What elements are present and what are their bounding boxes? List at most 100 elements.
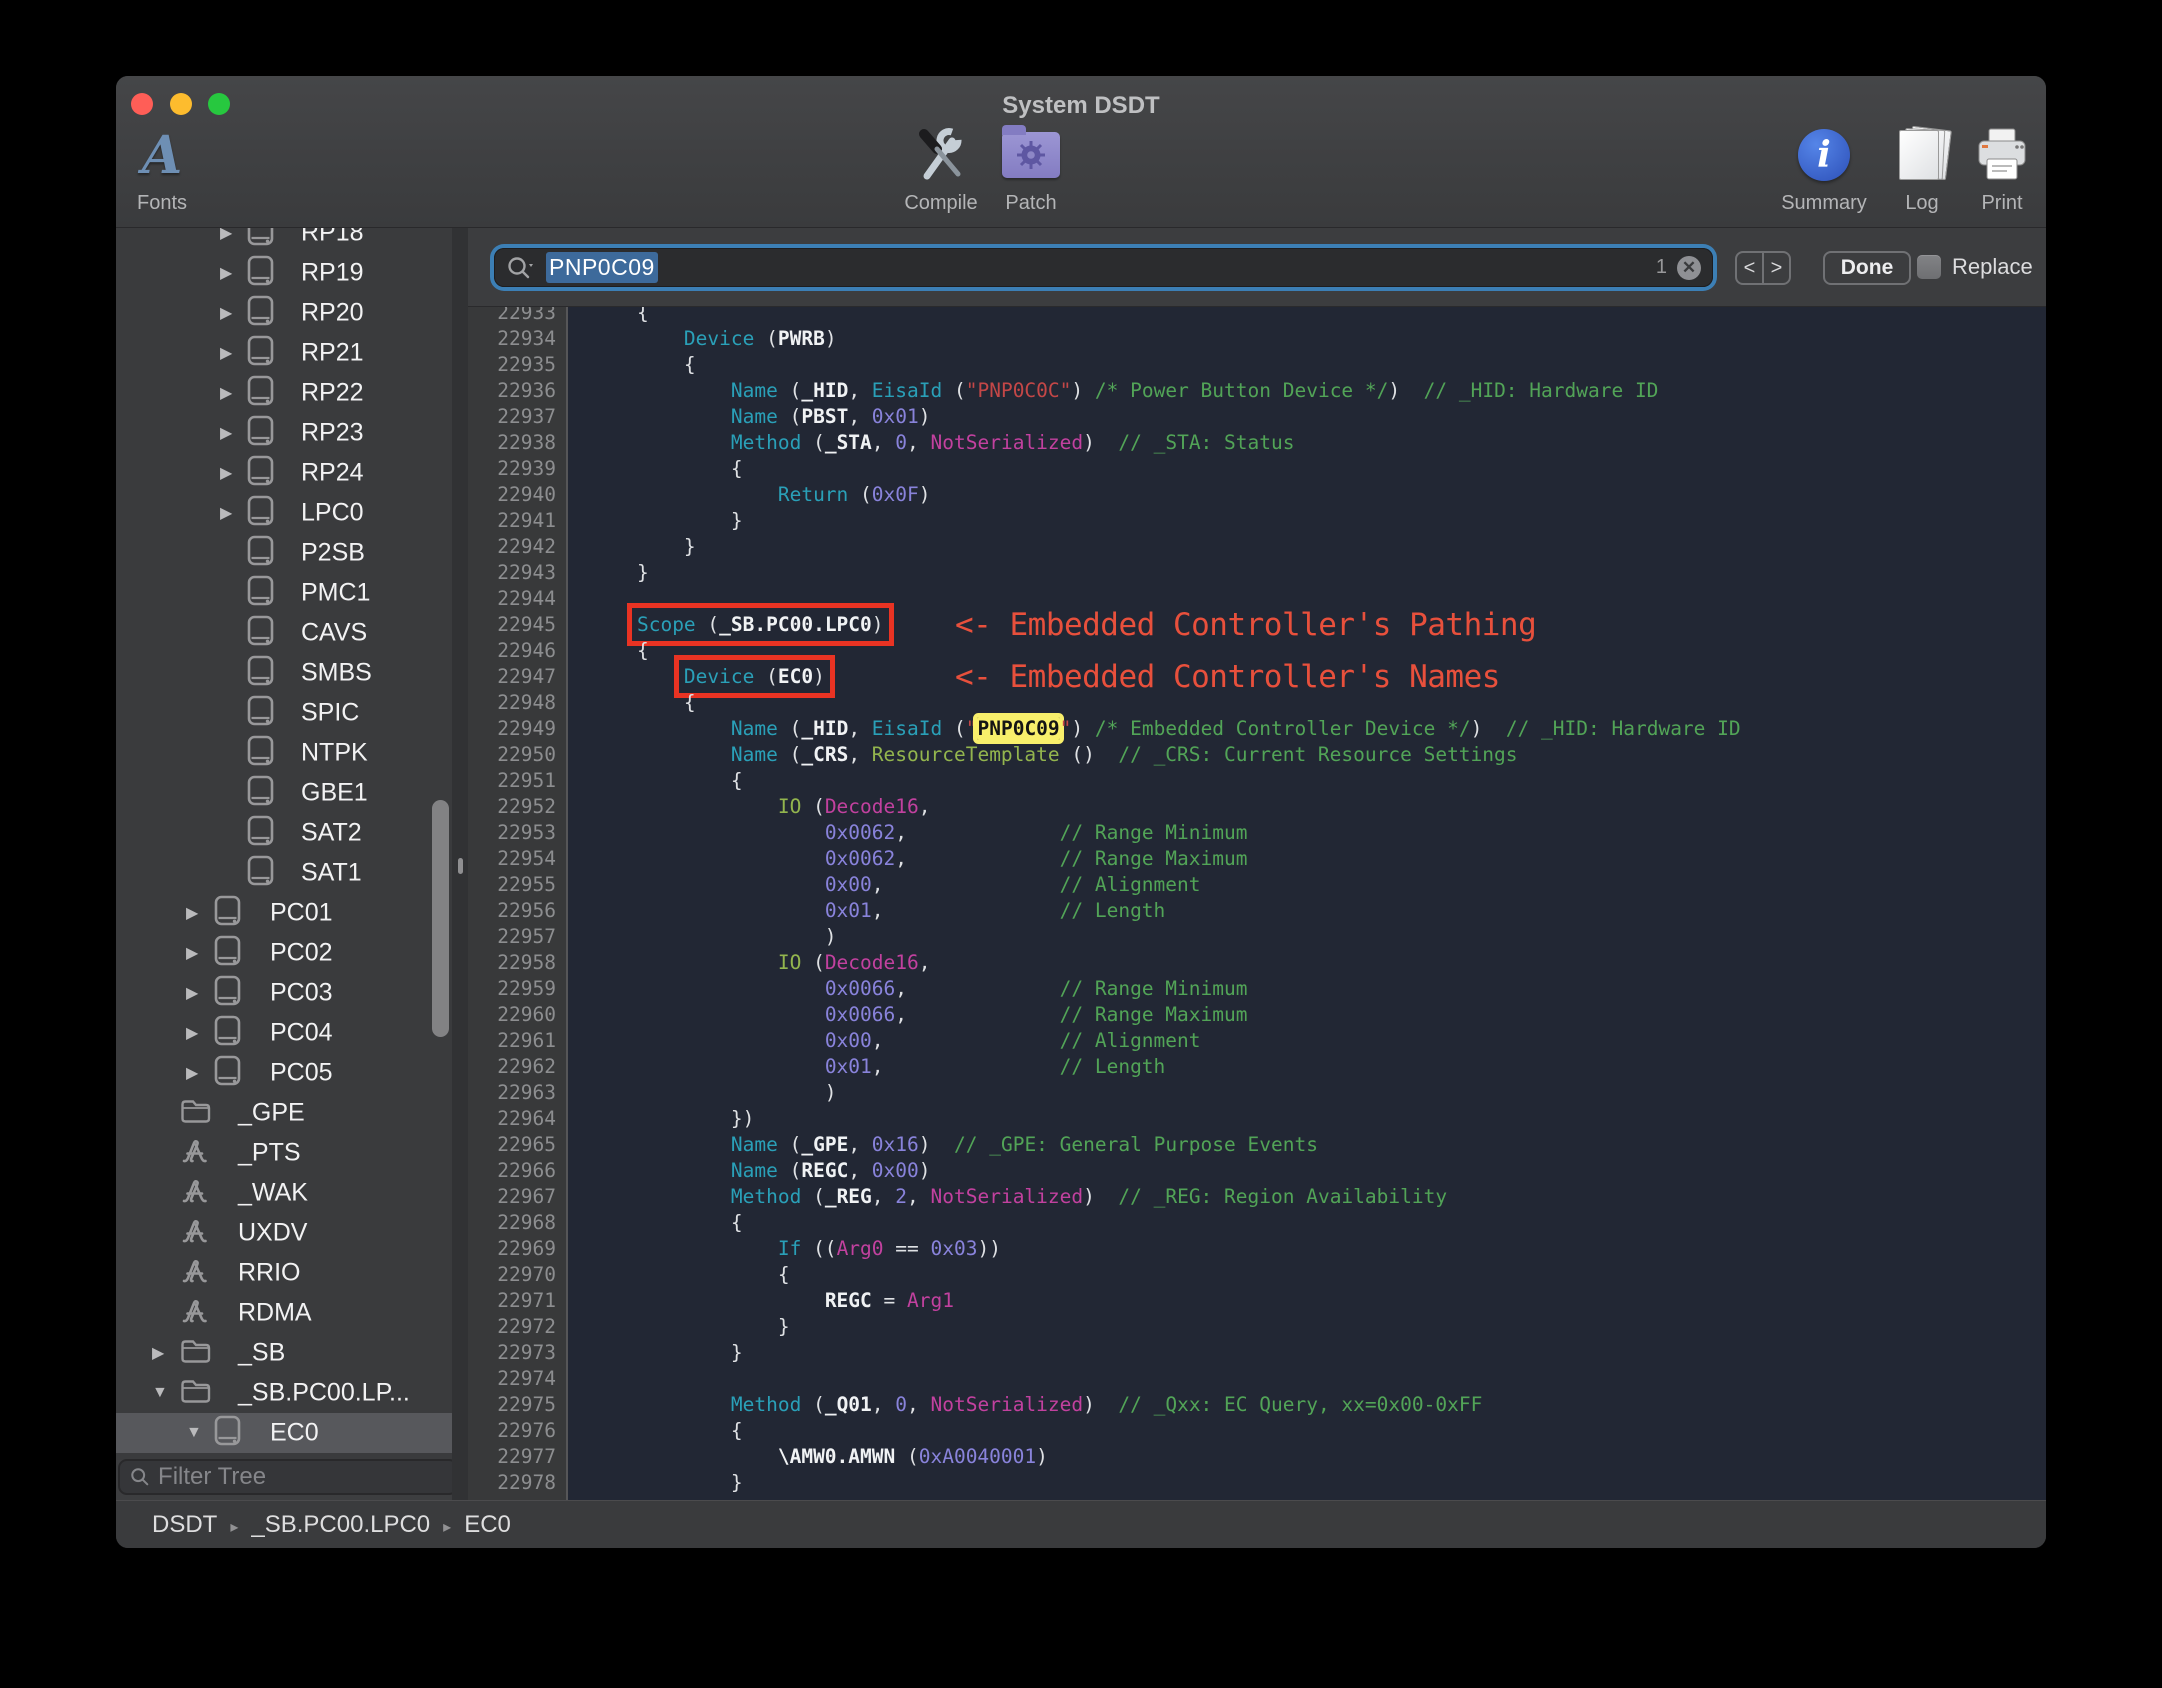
disclosure-triangle[interactable]: ▶ xyxy=(186,1063,198,1083)
disclosure-triangle[interactable]: ▶ xyxy=(220,228,232,243)
tree-item-_wak[interactable]: _WAK xyxy=(116,1173,452,1213)
next-match-button[interactable]: > xyxy=(1764,253,1789,283)
code-line: 22976 { xyxy=(468,1418,2046,1444)
code-line: 22948 { xyxy=(468,690,2046,716)
tree-item-rrio[interactable]: RRIO xyxy=(116,1253,452,1293)
line-number: 22965 xyxy=(497,1133,556,1156)
code-line-content: } xyxy=(590,561,649,584)
code-editor[interactable]: 22933 {22934 Device (PWRB) 22935 {22936 N… xyxy=(468,307,2046,1500)
breadcrumb-separator-icon: ▸ xyxy=(230,1518,239,1536)
clear-search-icon[interactable]: ✕ xyxy=(1677,255,1701,280)
code-line-content: { xyxy=(590,1211,743,1234)
tree-item-pc04[interactable]: ▶ PC04 xyxy=(116,1013,452,1053)
tree-item-pmc1[interactable]: PMC1 xyxy=(116,573,452,613)
tree-item-label: SAT2 xyxy=(301,818,362,847)
code-line-content: { xyxy=(590,691,696,714)
code-line: 22975 Method (_Q01, 0, NotSerialized) //… xyxy=(468,1392,2046,1418)
tree-item-p2sb[interactable]: P2SB xyxy=(116,533,452,573)
code-line-content: { xyxy=(590,307,649,324)
tree-item-gbe1[interactable]: GBE1 xyxy=(116,773,452,813)
breadcrumb-item[interactable]: DSDT xyxy=(152,1511,217,1538)
disclosure-triangle[interactable]: ▼ xyxy=(152,1384,168,1402)
tree-item-rp20[interactable]: ▶ RP20 xyxy=(116,293,452,333)
fonts-toolbar-button[interactable]: A Fonts xyxy=(116,124,222,215)
disclosure-triangle[interactable]: ▶ xyxy=(220,503,232,523)
device-icon xyxy=(214,1055,241,1091)
code-line-content: Name (_HID, EisaId ("PNP0C09") /* Embedd… xyxy=(730,717,1741,740)
tree-item-smbs[interactable]: SMBS xyxy=(116,653,452,693)
print-toolbar-button[interactable]: Print xyxy=(1942,124,2046,215)
tree-item-pc02[interactable]: ▶ PC02 xyxy=(116,933,452,973)
search-input[interactable]: PNP0C09 1 ✕ xyxy=(494,248,1713,287)
method-icon xyxy=(180,1296,209,1330)
previous-match-button[interactable]: < xyxy=(1737,253,1764,283)
code-line: 22938 Method (_STA, 0, NotSerialized) //… xyxy=(468,430,2046,456)
tree-item-rp22[interactable]: ▶ RP22 xyxy=(116,373,452,413)
tree-item-cavs[interactable]: CAVS xyxy=(116,613,452,653)
disclosure-triangle[interactable]: ▶ xyxy=(220,423,232,443)
disclosure-triangle[interactable]: ▶ xyxy=(186,943,198,963)
sidebar-scrollbar-thumb[interactable] xyxy=(432,800,449,1037)
line-number: 22942 xyxy=(497,535,556,558)
replace-checkbox[interactable] xyxy=(1917,255,1941,279)
disclosure-triangle[interactable]: ▶ xyxy=(220,263,232,283)
code-line-content: } xyxy=(590,509,743,532)
code-line-content: 0x0066, // Range Maximum xyxy=(824,1003,1248,1026)
tree-item-ec0[interactable]: ▼ EC0 xyxy=(116,1413,452,1453)
tree-item-pc01[interactable]: ▶ PC01 xyxy=(116,893,452,933)
tree-item-label: PMC1 xyxy=(301,578,371,607)
breadcrumb-item[interactable]: _SB.PC00.LPC0 xyxy=(251,1511,430,1538)
line-number: 22974 xyxy=(497,1367,556,1390)
pane-splitter[interactable] xyxy=(452,228,468,1500)
disclosure-triangle[interactable]: ▶ xyxy=(220,383,232,403)
annotation-red-box: Device (EC0) xyxy=(673,655,835,698)
tree-item-rdma[interactable]: RDMA xyxy=(116,1293,452,1333)
tree-item-rp23[interactable]: ▶ RP23 xyxy=(116,413,452,453)
tree-item-uxdv[interactable]: UXDV xyxy=(116,1213,452,1253)
tree-item-_gpe[interactable]: _GPE xyxy=(116,1093,452,1133)
tree-item-rp24[interactable]: ▶ RP24 xyxy=(116,453,452,493)
disclosure-triangle[interactable]: ▶ xyxy=(152,1343,164,1363)
code-line-content: { xyxy=(590,457,743,480)
line-number: 22970 xyxy=(497,1263,556,1286)
tree-item-label: PC02 xyxy=(270,938,333,967)
disclosure-triangle[interactable]: ▶ xyxy=(186,903,198,923)
tree-item-rp21[interactable]: ▶ RP21 xyxy=(116,333,452,373)
code-line: 22942 } xyxy=(468,534,2046,560)
patch-toolbar-button[interactable]: Patch xyxy=(971,124,1091,215)
tree-item-sat1[interactable]: SAT1 xyxy=(116,853,452,893)
tree-item-lpc0[interactable]: ▶ LPC0 xyxy=(116,493,452,533)
line-number: 22966 xyxy=(497,1159,556,1182)
filter-tree-input[interactable] xyxy=(158,1463,446,1491)
code-line-content: IO (Decode16, xyxy=(777,951,931,974)
tree-item-spic[interactable]: SPIC xyxy=(116,693,452,733)
disclosure-triangle[interactable]: ▶ xyxy=(186,1023,198,1043)
code-line-content: 0x00, // Alignment xyxy=(824,1029,1201,1052)
disclosure-triangle[interactable]: ▶ xyxy=(186,983,198,1003)
code-line-content: Return (0x0F) xyxy=(777,483,931,506)
done-button[interactable]: Done xyxy=(1823,251,1911,285)
code-line: 22962 0x01, // Length xyxy=(468,1054,2046,1080)
tree-item-label: PC04 xyxy=(270,1018,333,1047)
disclosure-triangle[interactable]: ▶ xyxy=(220,343,232,363)
breadcrumb: DSDT ▸ _SB.PC00.LPC0 ▸ EC0 xyxy=(152,1511,511,1539)
tree-item-ntpk[interactable]: NTPK xyxy=(116,733,452,773)
tree-item-rp18[interactable]: ▶ RP18 xyxy=(116,228,452,253)
search-icon[interactable] xyxy=(506,255,536,281)
breadcrumb-item[interactable]: EC0 xyxy=(464,1511,511,1538)
code-line-content: 0x00, // Alignment xyxy=(824,873,1201,896)
tree-item-pc03[interactable]: ▶ PC03 xyxy=(116,973,452,1013)
tree-item-_sb[interactable]: ▶ _SB xyxy=(116,1333,452,1373)
tree-item-_sbpc00lp[interactable]: ▼ _SB.PC00.LP... xyxy=(116,1373,452,1413)
disclosure-triangle[interactable]: ▶ xyxy=(220,303,232,323)
code-line-content: 0x01, // Length xyxy=(824,1055,1166,1078)
disclosure-triangle[interactable]: ▼ xyxy=(186,1424,202,1442)
tree-item-rp19[interactable]: ▶ RP19 xyxy=(116,253,452,293)
disclosure-triangle[interactable]: ▶ xyxy=(220,463,232,483)
splitter-handle[interactable] xyxy=(458,858,463,874)
tree-item-pc05[interactable]: ▶ PC05 xyxy=(116,1053,452,1093)
tree-item-_pts[interactable]: _PTS xyxy=(116,1133,452,1173)
line-number: 22946 xyxy=(497,639,556,662)
tree-item-sat2[interactable]: SAT2 xyxy=(116,813,452,853)
code-line: 22952 IO (Decode16, xyxy=(468,794,2046,820)
